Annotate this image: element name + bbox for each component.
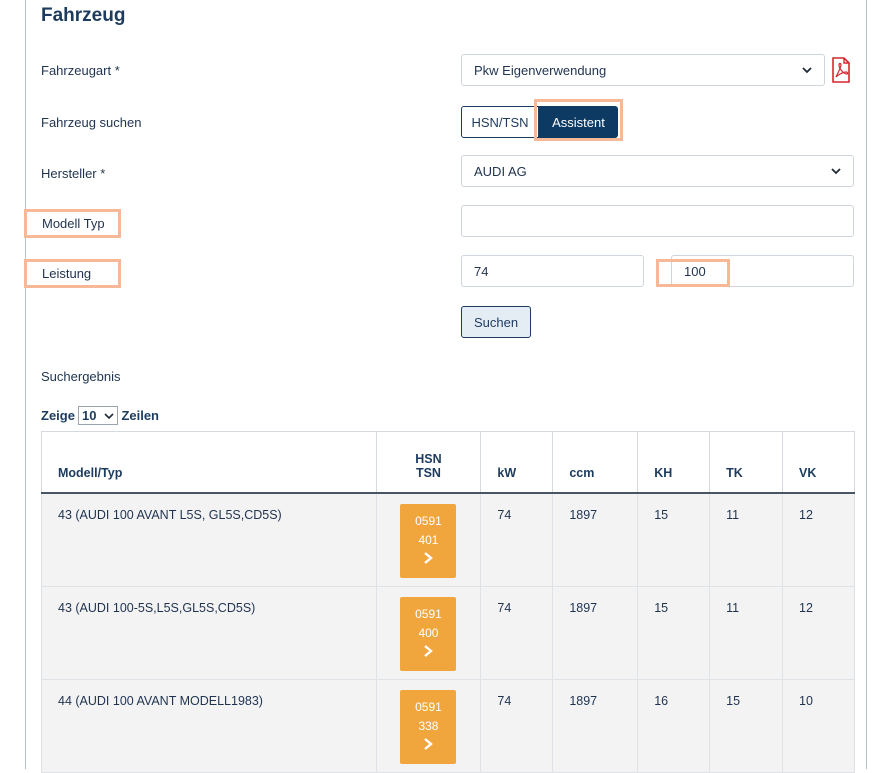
table-row: 44 (AUDI 100 AVANT MODELL1983) 0591 338 … bbox=[41, 678, 855, 773]
fahrzeug-suchen-label: Fahrzeug suchen bbox=[41, 115, 142, 130]
paging-control: Zeige 10 Zeilen bbox=[41, 406, 159, 425]
cell-kw: 74 bbox=[480, 585, 554, 680]
table-header-row: Modell/Typ HSN TSN kW ccm KH TK VK bbox=[41, 431, 855, 494]
col-modell-typ[interactable]: Modell/Typ bbox=[41, 431, 377, 494]
cell-kh: 15 bbox=[637, 492, 711, 587]
cell-model: 43 (AUDI 100 AVANT L5S, GL5S,CD5S) bbox=[41, 492, 377, 587]
chevron-down-icon bbox=[104, 412, 115, 419]
cell-model: 44 (AUDI 100 AVANT MODELL1983) bbox=[41, 678, 377, 773]
cell-hsn-tsn: 0591 400 bbox=[375, 585, 482, 680]
hsn-tsn-select-button[interactable]: 0591 338 bbox=[400, 689, 457, 764]
cell-kw: 74 bbox=[480, 678, 554, 773]
cell-ccm: 1897 bbox=[552, 678, 639, 773]
cell-kw: 74 bbox=[480, 492, 554, 587]
leistung-label: Leistung bbox=[42, 266, 92, 281]
hersteller-label: Hersteller * bbox=[41, 166, 106, 181]
tsn-value: 400 bbox=[418, 625, 439, 640]
hsn-tsn-select-button[interactable]: 0591 400 bbox=[400, 596, 457, 671]
table-row: 43 (AUDI 100 AVANT L5S, GL5S,CD5S) 0591 … bbox=[41, 492, 855, 587]
hsn-value: 0591 bbox=[415, 513, 442, 528]
paging-prefix: Zeige bbox=[41, 408, 75, 423]
cell-tk: 11 bbox=[709, 585, 784, 680]
fahrzeugart-value: Pkw Eigenverwendung bbox=[474, 62, 607, 78]
col-tk[interactable]: TK bbox=[709, 431, 784, 494]
leistung-from-input[interactable]: 74 bbox=[461, 255, 644, 287]
hsn-tsn-select-button[interactable]: 0591 401 bbox=[400, 503, 457, 578]
col-tsn: TSN bbox=[415, 465, 441, 480]
hersteller-value: AUDI AG bbox=[474, 163, 527, 179]
cell-hsn-tsn: 0591 401 bbox=[375, 492, 482, 587]
cell-vk: 12 bbox=[782, 585, 855, 680]
cell-model: 43 (AUDI 100-5S,L5S,GL5S,CD5S) bbox=[41, 585, 377, 680]
modell-typ-label: Modell Typ bbox=[42, 216, 105, 231]
chevron-right-icon bbox=[424, 551, 434, 564]
chevron-down-icon bbox=[802, 67, 812, 74]
cell-vk: 10 bbox=[782, 678, 855, 773]
table-row: 43 (AUDI 100-5S,L5S,GL5S,CD5S) 0591 400 … bbox=[41, 585, 855, 680]
tsn-value: 338 bbox=[418, 718, 439, 733]
cell-ccm: 1897 bbox=[552, 492, 639, 587]
tsn-value: 401 bbox=[418, 532, 439, 547]
paging-suffix: Zeilen bbox=[121, 408, 160, 423]
hersteller-select[interactable]: AUDI AG bbox=[461, 155, 854, 187]
cell-tk: 15 bbox=[709, 678, 784, 773]
fahrzeugart-label: Fahrzeugart * bbox=[41, 63, 120, 78]
cell-kh: 16 bbox=[637, 678, 711, 773]
highlight-assistent bbox=[534, 99, 623, 141]
modell-typ-input[interactable] bbox=[461, 205, 854, 237]
col-vk[interactable]: VK bbox=[782, 431, 855, 494]
fahrzeugart-select[interactable]: Pkw Eigenverwendung bbox=[461, 54, 825, 86]
hsn-tsn-toggle[interactable]: HSN/TSN bbox=[461, 106, 539, 138]
results-table: Modell/Typ HSN TSN kW ccm KH TK VK 43 (AU… bbox=[41, 431, 855, 773]
hsn-value: 0591 bbox=[415, 606, 442, 621]
suchen-button[interactable]: Suchen bbox=[461, 306, 531, 338]
col-ccm[interactable]: ccm bbox=[552, 431, 639, 494]
cell-kh: 15 bbox=[637, 585, 711, 680]
cell-ccm: 1897 bbox=[552, 585, 639, 680]
col-hsn-tsn[interactable]: HSN TSN bbox=[375, 431, 482, 494]
hsn-value: 0591 bbox=[415, 699, 442, 714]
highlight-leistung-to bbox=[656, 259, 730, 287]
cell-tk: 11 bbox=[709, 492, 784, 587]
col-hsn: HSN bbox=[415, 451, 442, 466]
rows-per-page-select[interactable]: 10 bbox=[77, 406, 119, 425]
col-kw[interactable]: kW bbox=[480, 431, 554, 494]
chevron-down-icon bbox=[831, 168, 841, 175]
section-title: Fahrzeug bbox=[41, 5, 126, 26]
chevron-right-icon bbox=[424, 644, 434, 657]
chevron-right-icon bbox=[424, 737, 434, 750]
cell-hsn-tsn: 0591 338 bbox=[375, 678, 482, 773]
cell-vk: 12 bbox=[782, 492, 855, 587]
suchergebnis-title: Suchergebnis bbox=[41, 369, 121, 384]
rows-per-page-value: 10 bbox=[81, 408, 97, 423]
col-kh[interactable]: KH bbox=[637, 431, 711, 494]
pdf-icon[interactable] bbox=[830, 57, 852, 83]
